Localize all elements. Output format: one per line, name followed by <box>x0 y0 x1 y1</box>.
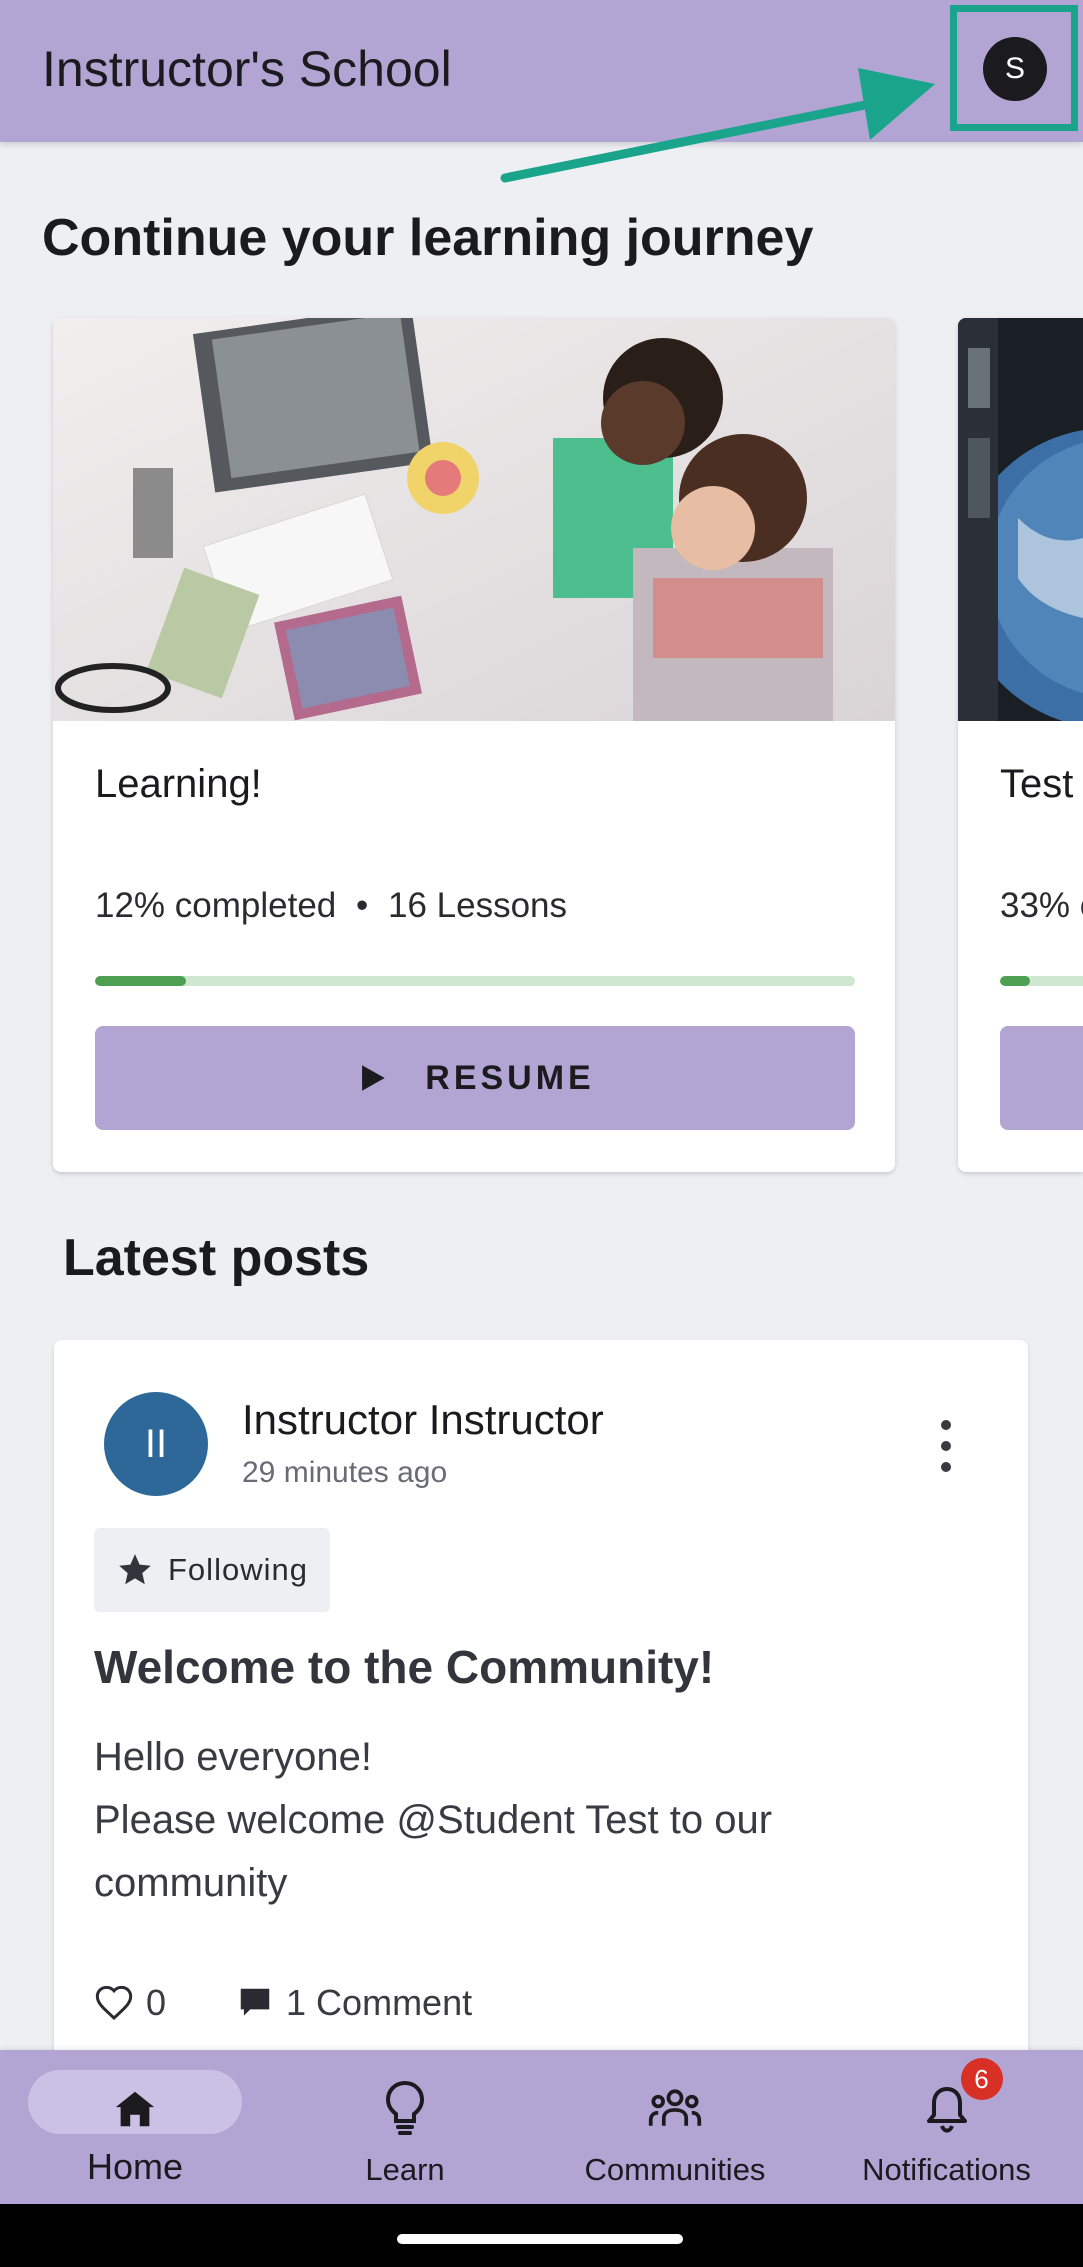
course-card[interactable]: Test 33% c <box>958 318 1083 1172</box>
nav-label: Home <box>86 2146 184 2187</box>
course-title: Test <box>1000 762 1074 806</box>
nav-home[interactable]: Home <box>0 2050 270 2204</box>
resume-button[interactable] <box>1000 1026 1083 1130</box>
app-header: Instructor's School <box>0 0 1083 142</box>
notification-badge: 6 <box>960 2058 1003 2100</box>
comment-count: 1 Comment <box>286 1982 473 2023</box>
nav-learn[interactable]: Learn <box>270 2050 540 2204</box>
profile-avatar[interactable]: S <box>983 37 1047 101</box>
nav-communities[interactable]: Communities <box>540 2050 810 2204</box>
lightbulb-icon <box>381 2074 429 2144</box>
post-author[interactable]: Instructor Instructor <box>242 1396 604 1444</box>
latest-posts-title: Latest posts <box>63 1229 370 1287</box>
like-button[interactable]: 0 <box>94 1982 166 2024</box>
nav-notifications[interactable]: 6 Notifications <box>810 2050 1083 2204</box>
nav-label: Communities <box>584 2152 766 2187</box>
post-title[interactable]: Welcome to the Community! <box>94 1640 714 1694</box>
home-indicator[interactable] <box>397 2234 683 2244</box>
following-chip: Following <box>94 1528 330 1612</box>
course-progress-bar <box>95 976 855 986</box>
course-title: Learning! <box>95 762 262 806</box>
post-body: Hello everyone! Please welcome @Student … <box>94 1726 974 1915</box>
course-meta: 12% completed • 16 Lessons <box>95 886 567 926</box>
post-body-line: community <box>94 1861 288 1905</box>
course-progress-fill <box>95 976 187 986</box>
post-actions: 0 1 Comment <box>94 1978 472 2028</box>
course-progress-bar <box>1000 976 1083 986</box>
course-lessons-count: 16 Lessons <box>388 886 568 925</box>
post-card[interactable]: II Instructor Instructor 29 minutes ago … <box>54 1340 1028 2060</box>
post-body-line: Hello everyone! <box>94 1735 372 1779</box>
heart-icon <box>95 1985 133 2021</box>
course-progress-text: 33% c <box>1000 886 1083 925</box>
author-avatar[interactable]: II <box>104 1392 208 1496</box>
nav-label: Notifications <box>862 2152 1031 2187</box>
comment-icon <box>240 1988 270 2016</box>
communities-icon <box>647 2074 703 2144</box>
home-icon <box>112 2074 158 2144</box>
course-image <box>958 318 1083 721</box>
more-options-icon[interactable] <box>936 1420 956 1472</box>
resume-button[interactable]: RESUME <box>95 1026 855 1130</box>
comment-button[interactable]: 1 Comment <box>236 1982 472 2024</box>
post-time: 29 minutes ago <box>242 1456 448 1489</box>
bottom-nav: Home Learn Communities 6 Notifications <box>0 2050 1083 2204</box>
star-icon <box>119 1554 151 1585</box>
course-progress-fill <box>1000 976 1030 986</box>
resume-label: RESUME <box>425 1058 595 1097</box>
nav-label: Learn <box>365 2152 445 2187</box>
play-icon <box>362 1065 386 1091</box>
app-title: Instructor's School <box>42 41 452 97</box>
course-image <box>53 318 895 721</box>
bell-icon: 6 <box>923 2058 1003 2144</box>
course-progress-text: 12% completed <box>95 886 337 925</box>
chip-label: Following <box>168 1552 308 1587</box>
meta-separator: • <box>356 886 369 925</box>
course-card[interactable]: Learning! 12% completed • 16 Lessons RES… <box>53 318 895 1172</box>
post-body-line: Please welcome @Student Test to our <box>94 1798 773 1842</box>
like-count: 0 <box>146 1982 167 2023</box>
continue-section-title: Continue your learning journey <box>42 209 814 267</box>
